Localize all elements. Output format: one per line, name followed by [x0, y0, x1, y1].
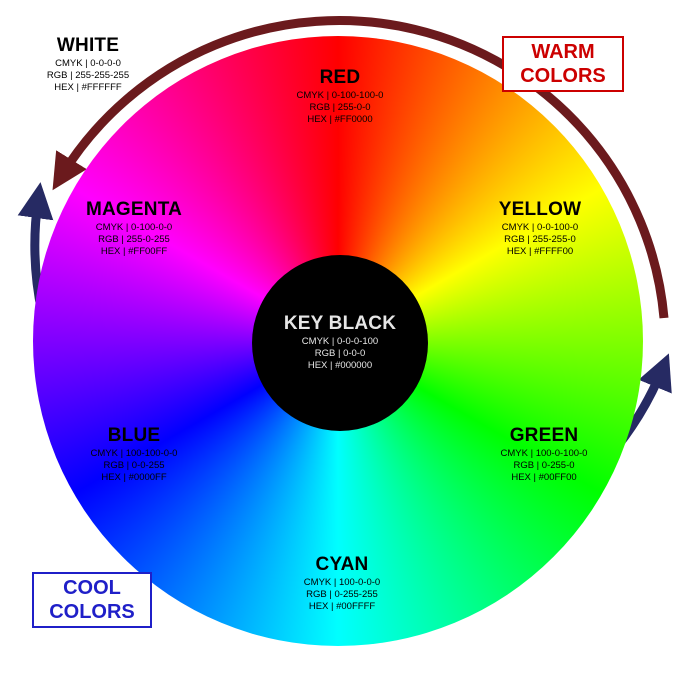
red-rgb: RGB | 255-0-0	[309, 101, 371, 113]
magenta-name: MAGENTA	[85, 199, 183, 220]
cyan-label: CYAN CMYK | 100-0-0-0 RGB | 0-255-255 HE…	[280, 553, 404, 612]
magenta-hex: HEX | #FF00FF	[100, 245, 168, 257]
yellow-label: YELLOW CMYK | 0-0-100-0 RGB | 255-255-0 …	[480, 198, 600, 257]
cool-tag-line1: COOL	[63, 577, 121, 599]
magenta-cmyk: CMYK | 0-100-0-0	[95, 221, 173, 233]
warm-tag-line1: WARM	[531, 41, 595, 63]
blue-cmyk: CMYK | 100-100-0-0	[90, 447, 178, 459]
white-name: WHITE	[56, 35, 120, 56]
warm-colors-tag: WARM COLORS	[502, 36, 624, 92]
key-black-hex: HEX | #000000	[307, 359, 373, 371]
cool-colors-tag: COOL COLORS	[32, 572, 152, 628]
yellow-name: YELLOW	[498, 199, 582, 220]
green-label: GREEN CMYK | 100-0-100-0 RGB | 0-255-0 H…	[482, 424, 606, 483]
key-black-name: KEY BLACK	[283, 313, 397, 334]
green-rgb: RGB | 0-255-0	[513, 459, 575, 471]
cyan-rgb: RGB | 0-255-255	[306, 588, 378, 600]
white-rgb: RGB | 255-255-255	[46, 69, 130, 81]
key-black-label: KEY BLACK CMYK | 0-0-0-100 RGB | 0-0-0 H…	[270, 312, 410, 371]
blue-name: BLUE	[107, 425, 161, 446]
yellow-cmyk: CMYK | 0-0-100-0	[501, 221, 579, 233]
white-hex: HEX | #FFFFFF	[54, 81, 122, 93]
green-cmyk: CMYK | 100-0-100-0	[500, 447, 588, 459]
blue-label: BLUE CMYK | 100-100-0-0 RGB | 0-0-255 HE…	[72, 424, 196, 483]
green-name: GREEN	[509, 425, 579, 446]
magenta-rgb: RGB | 255-0-255	[98, 233, 170, 245]
red-label: RED CMYK | 0-100-100-0 RGB | 255-0-0 HEX…	[280, 66, 400, 125]
cyan-cmyk: CMYK | 100-0-0-0	[303, 576, 381, 588]
green-hex: HEX | #00FF00	[511, 471, 577, 483]
cool-tag-line2: COLORS	[49, 601, 135, 623]
cyan-name: CYAN	[315, 554, 369, 575]
blue-hex: HEX | #0000FF	[101, 471, 167, 483]
red-cmyk: CMYK | 0-100-100-0	[296, 89, 384, 101]
white-label: WHITE CMYK | 0-0-0-0 RGB | 255-255-255 H…	[28, 34, 148, 93]
key-black-rgb: RGB | 0-0-0	[314, 347, 366, 359]
key-black-cmyk: CMYK | 0-0-0-100	[301, 335, 379, 347]
red-hex: HEX | #FF0000	[307, 113, 373, 125]
yellow-hex: HEX | #FFFF00	[506, 245, 574, 257]
cyan-hex: HEX | #00FFFF	[308, 600, 376, 612]
magenta-label: MAGENTA CMYK | 0-100-0-0 RGB | 255-0-255…	[72, 198, 196, 257]
blue-rgb: RGB | 0-0-255	[103, 459, 165, 471]
red-name: RED	[319, 67, 361, 88]
white-cmyk: CMYK | 0-0-0-0	[55, 57, 121, 69]
warm-tag-line2: COLORS	[520, 65, 606, 87]
yellow-rgb: RGB | 255-255-0	[504, 233, 576, 245]
